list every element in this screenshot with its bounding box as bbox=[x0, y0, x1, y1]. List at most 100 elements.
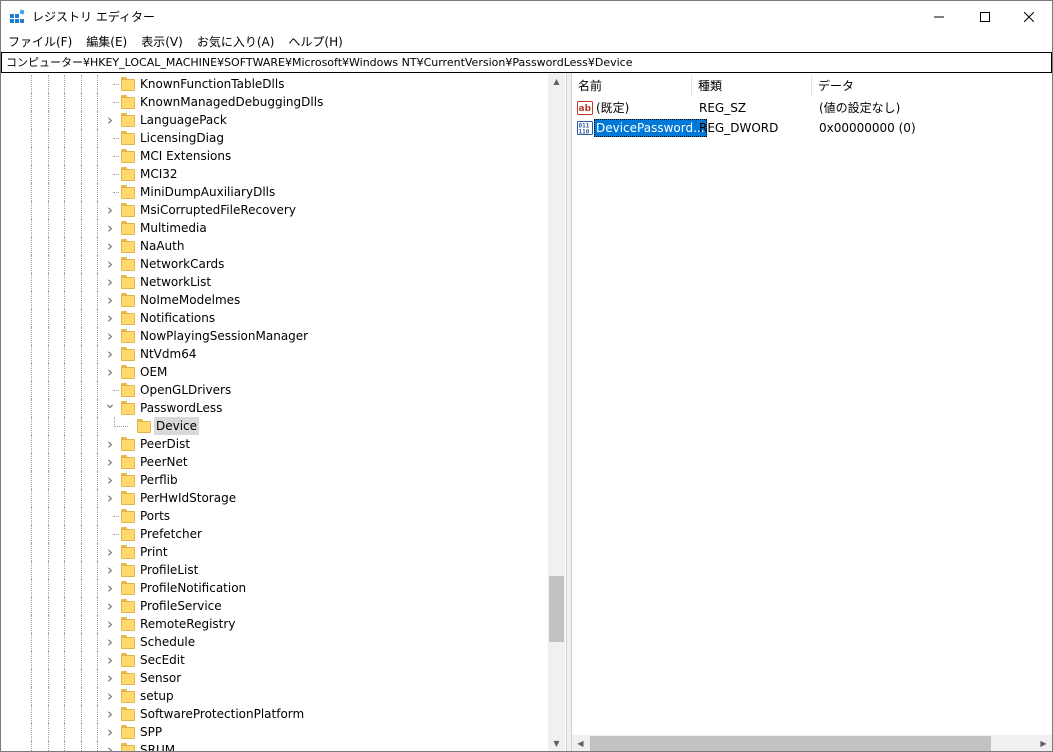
tree-item[interactable]: › NaAuth bbox=[1, 237, 548, 255]
tree-item[interactable]: › SPP bbox=[1, 723, 548, 741]
tree-item[interactable]: ⌄ PasswordLess bbox=[1, 397, 548, 417]
tree-item[interactable]: › SRUM bbox=[1, 741, 548, 751]
tree-item[interactable]: › LanguagePack bbox=[1, 111, 548, 129]
scroll-up-arrow-icon[interactable]: ▲ bbox=[548, 73, 565, 90]
chevron-right-icon[interactable]: › bbox=[104, 561, 116, 579]
tree-scrollbar-thumb[interactable] bbox=[549, 576, 564, 642]
title-bar[interactable]: レジストリ エディター bbox=[1, 1, 1052, 32]
folder-icon bbox=[121, 437, 135, 451]
tree-item[interactable]: › PeerDist bbox=[1, 435, 548, 453]
maximize-button[interactable] bbox=[962, 1, 1008, 32]
chevron-right-icon[interactable]: › bbox=[104, 633, 116, 651]
list-horizontal-scrollbar[interactable]: ◀ ▶ bbox=[572, 735, 1052, 751]
scroll-left-arrow-icon[interactable]: ◀ bbox=[572, 735, 589, 751]
value-row-default[interactable]: ab (既定) REG_SZ (値の設定なし) bbox=[572, 98, 1052, 118]
column-header-data[interactable]: データ bbox=[812, 75, 1052, 97]
tree-item[interactable]: MiniDumpAuxiliaryDlls bbox=[1, 183, 548, 201]
chevron-right-icon[interactable]: › bbox=[104, 741, 116, 751]
tree-item-label: Notifications bbox=[140, 311, 216, 325]
tree-item[interactable]: › MsiCorruptedFileRecovery bbox=[1, 201, 548, 219]
chevron-right-icon[interactable]: › bbox=[104, 255, 116, 273]
menu-view[interactable]: 表示(V) bbox=[134, 32, 190, 52]
scroll-right-arrow-icon[interactable]: ▶ bbox=[1035, 735, 1052, 751]
tree-item[interactable]: Device bbox=[1, 417, 548, 435]
minimize-button[interactable] bbox=[916, 1, 962, 32]
tree-vertical-scrollbar[interactable]: ▲ ▼ bbox=[548, 73, 565, 751]
tree-guide-line bbox=[64, 453, 65, 471]
tree-item[interactable]: KnownManagedDebuggingDlls bbox=[1, 93, 548, 111]
close-button[interactable] bbox=[1006, 1, 1052, 32]
tree-item[interactable]: › Print bbox=[1, 543, 548, 561]
tree-item[interactable]: › Schedule bbox=[1, 633, 548, 651]
tree-guide-line bbox=[48, 525, 49, 543]
tree-item[interactable]: › OEM bbox=[1, 363, 548, 381]
chevron-right-icon[interactable]: › bbox=[104, 273, 116, 291]
chevron-right-icon[interactable]: › bbox=[104, 309, 116, 327]
chevron-right-icon[interactable]: › bbox=[104, 597, 116, 615]
tree-item[interactable]: › RemoteRegistry bbox=[1, 615, 548, 633]
tree-guide-line bbox=[97, 471, 98, 489]
chevron-right-icon[interactable]: › bbox=[104, 723, 116, 741]
tree-item[interactable]: OpenGLDrivers bbox=[1, 381, 548, 399]
tree-item[interactable]: KnownFunctionTableDlls bbox=[1, 75, 548, 93]
chevron-right-icon[interactable]: › bbox=[104, 543, 116, 561]
chevron-right-icon[interactable]: › bbox=[104, 219, 116, 237]
menu-favorites[interactable]: お気に入り(A) bbox=[190, 32, 282, 52]
tree-item[interactable]: LicensingDiag bbox=[1, 129, 548, 147]
chevron-right-icon[interactable]: › bbox=[104, 687, 116, 705]
chevron-right-icon[interactable]: › bbox=[104, 579, 116, 597]
tree-item[interactable]: › PerHwIdStorage bbox=[1, 489, 548, 507]
tree-item[interactable]: › ProfileNotification bbox=[1, 579, 548, 597]
tree-item[interactable]: › NtVdm64 bbox=[1, 345, 548, 363]
chevron-right-icon[interactable]: › bbox=[104, 291, 116, 309]
tree-item[interactable]: › ProfileService bbox=[1, 597, 548, 615]
menu-edit[interactable]: 編集(E) bbox=[79, 32, 134, 52]
chevron-right-icon[interactable]: › bbox=[104, 201, 116, 219]
menu-file[interactable]: ファイル(F) bbox=[1, 32, 79, 52]
tree-item[interactable]: Prefetcher bbox=[1, 525, 548, 543]
chevron-down-icon[interactable]: ⌄ bbox=[104, 397, 116, 417]
menu-help[interactable]: ヘルプ(H) bbox=[281, 32, 349, 52]
chevron-right-icon[interactable]: › bbox=[104, 237, 116, 255]
column-header-name[interactable]: 名前 bbox=[572, 75, 692, 97]
chevron-right-icon[interactable]: › bbox=[104, 363, 116, 381]
chevron-right-icon[interactable]: › bbox=[104, 345, 116, 363]
chevron-right-icon[interactable]: › bbox=[104, 471, 116, 489]
chevron-right-icon[interactable]: › bbox=[104, 651, 116, 669]
tree-item[interactable]: › NoImeModelmes bbox=[1, 291, 548, 309]
tree-item[interactable]: › Multimedia bbox=[1, 219, 548, 237]
tree-item[interactable]: › NowPlayingSessionManager bbox=[1, 327, 548, 345]
tree-item[interactable]: Ports bbox=[1, 507, 548, 525]
chevron-right-icon[interactable]: › bbox=[104, 327, 116, 345]
folder-icon bbox=[121, 131, 135, 145]
tree-item[interactable]: MCI Extensions bbox=[1, 147, 548, 165]
chevron-right-icon[interactable]: › bbox=[104, 489, 116, 507]
folder-icon bbox=[121, 203, 135, 217]
tree-guide-line bbox=[31, 615, 32, 633]
chevron-right-icon[interactable]: › bbox=[104, 669, 116, 687]
tree-item[interactable]: › SecEdit bbox=[1, 651, 548, 669]
tree-item[interactable]: › Perflib bbox=[1, 471, 548, 489]
scroll-down-arrow-icon[interactable]: ▼ bbox=[548, 735, 565, 751]
column-header-type[interactable]: 種類 bbox=[692, 75, 812, 97]
tree-item[interactable]: › Sensor bbox=[1, 669, 548, 687]
tree-item[interactable]: › setup bbox=[1, 687, 548, 705]
chevron-right-icon[interactable]: › bbox=[104, 453, 116, 471]
chevron-right-icon[interactable]: › bbox=[104, 705, 116, 723]
folder-icon bbox=[121, 527, 135, 541]
tree-item[interactable]: › NetworkList bbox=[1, 273, 548, 291]
tree-item[interactable]: › Notifications bbox=[1, 309, 548, 327]
chevron-right-icon[interactable]: › bbox=[104, 435, 116, 453]
tree-item[interactable]: MCI32 bbox=[1, 165, 548, 183]
chevron-right-icon[interactable]: › bbox=[104, 615, 116, 633]
tree-item[interactable]: › ProfileList bbox=[1, 561, 548, 579]
tree-item[interactable]: › PeerNet bbox=[1, 453, 548, 471]
value-list-pane[interactable]: 名前 種類 データ ab (既定) REG_SZ (値の設定なし) 011 11… bbox=[572, 73, 1052, 751]
chevron-right-icon[interactable]: › bbox=[104, 111, 116, 129]
tree-item[interactable]: › SoftwareProtectionPlatform bbox=[1, 705, 548, 723]
key-tree-pane[interactable]: KnownFunctionTableDlls KnownManagedDebugg… bbox=[1, 73, 566, 751]
tree-item[interactable]: › NetworkCards bbox=[1, 255, 548, 273]
list-scrollbar-thumb[interactable] bbox=[590, 736, 991, 751]
value-row-devicepassword[interactable]: 011 110 DevicePassword... REG_DWORD 0x00… bbox=[572, 118, 1052, 138]
address-bar[interactable]: コンピューター¥HKEY_LOCAL_MACHINE¥SOFTWARE¥Micr… bbox=[1, 52, 1052, 73]
